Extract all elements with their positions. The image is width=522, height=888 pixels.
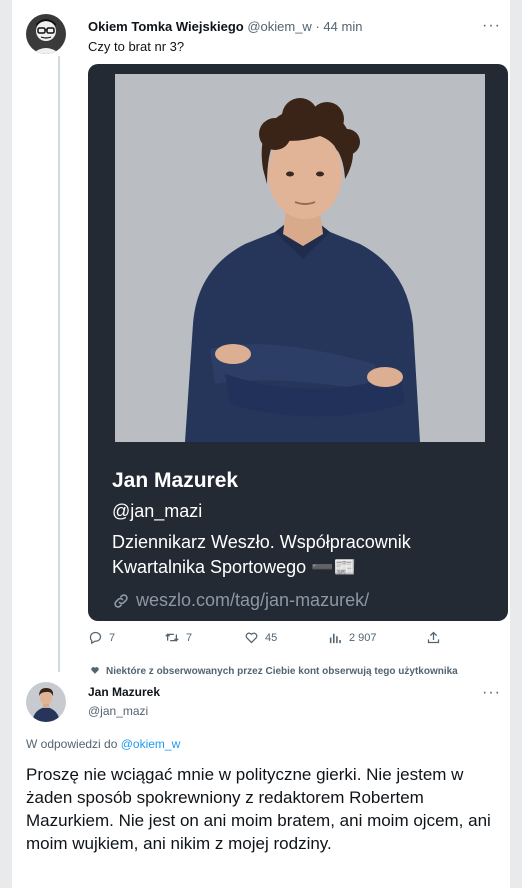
retweet-button[interactable]: 7	[164, 630, 192, 645]
share-icon	[426, 630, 441, 645]
social-context-text: Niektóre z obserwowanych przez Ciebie ko…	[106, 666, 458, 677]
views-count: 2 907	[349, 631, 377, 644]
tweet1-timestamp[interactable]: 44 min	[323, 19, 362, 34]
okiem-avatar[interactable]	[26, 14, 66, 54]
tweet1-handle[interactable]: @okiem_w	[247, 19, 312, 34]
thread-connector-line	[58, 56, 60, 672]
reply-mention-link[interactable]: @okiem_w	[121, 737, 181, 751]
like-button[interactable]: 45	[244, 630, 277, 645]
reply-button[interactable]: 7	[88, 630, 115, 645]
reply-prefix: W odpowiedzi do	[26, 737, 118, 751]
more-icon[interactable]: ···	[482, 685, 501, 701]
tweet2-handle[interactable]: @jan_mazi	[88, 704, 148, 718]
like-count: 45	[265, 631, 278, 644]
like-icon	[244, 630, 259, 645]
tweet1-text: Czy to brat nr 3?	[88, 39, 185, 54]
link-icon	[112, 592, 130, 610]
follow-context-icon	[90, 665, 100, 678]
retweet-count: 7	[186, 631, 193, 644]
card-profile-bio: Dziennikarz Weszło. Współpracownik Kwart…	[112, 532, 411, 577]
card-link[interactable]: weszlo.com/tag/jan-mazurek/	[136, 590, 369, 611]
retweet-icon	[164, 630, 180, 645]
views-icon	[328, 630, 343, 645]
tweet1-separator: ·	[315, 19, 320, 34]
share-button[interactable]	[426, 630, 441, 645]
tweet2-author-name[interactable]: Jan Mazurek	[88, 685, 160, 699]
jan-mazurek-avatar[interactable]	[26, 682, 66, 722]
tweet1-action-bar: 7 7 45 2 907	[88, 630, 508, 650]
tweet1-author-name[interactable]: Okiem Tomka Wiejskiego	[88, 19, 244, 34]
card-profile-handle: @jan_mazi	[112, 501, 203, 521]
timeline-page: Okiem Tomka Wiejskiego @okiem_w · 44 min…	[12, 0, 510, 888]
tweet2-text: Proszę nie wciągać mnie w polityczne gie…	[26, 765, 491, 853]
reply-icon	[88, 630, 103, 645]
card-profile-name: Jan Mazurek	[112, 469, 239, 492]
tweet1-header: Okiem Tomka Wiejskiego @okiem_w · 44 min	[88, 19, 362, 34]
views-button[interactable]: 2 907	[328, 630, 377, 645]
reply-count: 7	[109, 631, 116, 644]
card-link-row[interactable]: weszlo.com/tag/jan-mazurek/	[112, 590, 369, 611]
reply-context: W odpowiedzi do @okiem_w	[26, 737, 180, 751]
more-icon[interactable]: ···	[482, 18, 501, 34]
social-context: Niektóre z obserwowanych przez Ciebie ko…	[90, 665, 458, 678]
profile-card[interactable]: Jan Mazurek @jan_mazi Dziennikarz Weszło…	[88, 64, 508, 621]
profile-photo	[115, 74, 485, 442]
